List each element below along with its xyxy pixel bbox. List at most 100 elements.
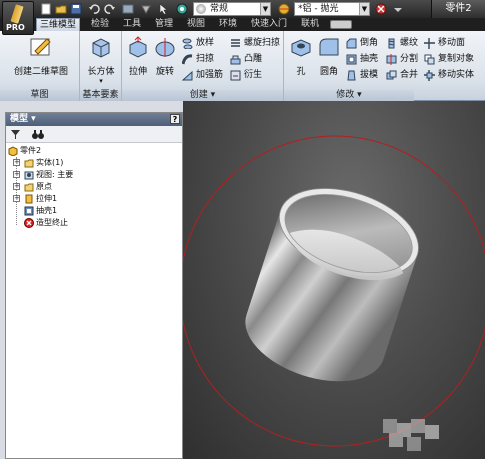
minimize-ribbon-button[interactable] [330, 20, 352, 29]
shell-button[interactable]: 抽壳 [346, 52, 378, 67]
combine-button[interactable]: 合并 [386, 68, 418, 83]
thread-button[interactable]: 螺纹 [386, 36, 418, 51]
derive-label: 衍生 [244, 70, 263, 80]
color-wheel-icon[interactable] [176, 3, 188, 15]
tab-environment[interactable]: 环境 [216, 18, 240, 31]
pencil-icon [10, 4, 24, 24]
end-of-part-icon [24, 218, 34, 228]
coil-label: 螺旋扫掠 [244, 38, 281, 48]
tab-getting-started[interactable]: 快速入门 [248, 18, 290, 31]
chamfer-button[interactable]: 倒角 [346, 36, 378, 51]
draft-icon [347, 70, 356, 81]
tab-tools[interactable]: 工具 [120, 18, 144, 31]
hole-button[interactable]: 孔 [288, 35, 314, 77]
tab-3d-model[interactable]: 三维模型 [36, 18, 81, 31]
style-combo[interactable]: 常规 ▼ [193, 2, 271, 16]
origin-folder-icon [24, 183, 34, 192]
update-icon[interactable] [140, 3, 152, 15]
expand-icon[interactable]: + [13, 159, 20, 166]
select-icon[interactable] [158, 3, 170, 15]
revolve-label: 旋转 [155, 67, 174, 77]
chevron-down-icon[interactable]: ▾ [83, 77, 119, 85]
ribbon-tabs: 三维模型 检验 工具 管理 视图 环境 快速入门 联机 [0, 18, 485, 31]
tab-manage[interactable]: 管理 [152, 18, 176, 31]
copy-object-label: 复制对象 [438, 54, 475, 64]
material-combo[interactable]: *铝 - 抛光 ▼ [294, 2, 370, 16]
rib-icon [182, 70, 193, 81]
filter-icon[interactable] [10, 129, 21, 140]
expand-icon[interactable]: + [13, 183, 20, 190]
shell-label: 抽壳 [360, 54, 379, 64]
fillet-button[interactable]: 圆角 [316, 35, 342, 77]
watermark-blur [383, 419, 439, 451]
document-title: 零件2 [431, 0, 485, 18]
primitives-panel-title: 基本要素 [80, 90, 121, 101]
create-panel-title[interactable]: 创建 ▾ [122, 90, 283, 101]
emboss-label: 凸雕 [244, 54, 263, 64]
customize-icon[interactable] [392, 3, 404, 15]
view-icon [24, 171, 34, 180]
create-panel: 拉伸 旋转 放样 扫掠 加强筋 螺旋扫掠 凸雕 衍生 创建 ▾ [122, 31, 284, 101]
move-body-button[interactable]: 移动实体 [424, 68, 474, 83]
open-icon[interactable] [55, 3, 67, 15]
modify-panel-title[interactable]: 修改 ▾ [284, 90, 414, 101]
tab-inspect[interactable]: 检验 [88, 18, 112, 31]
tree-guide-line [16, 157, 17, 225]
sweep-label: 扫掠 [196, 54, 215, 64]
combine-icon [386, 70, 397, 80]
copy-object-button[interactable]: 复制对象 [424, 52, 474, 67]
tree-node-label: 原点 [36, 182, 52, 191]
redo-icon[interactable] [104, 3, 116, 15]
appearance-icon[interactable] [375, 3, 387, 15]
chevron-down-icon[interactable]: ▼ [359, 3, 369, 15]
application-menu-button[interactable]: PRO [2, 1, 34, 35]
extrude-feature-icon [25, 194, 33, 204]
coil-button[interactable]: 螺旋扫掠 [230, 36, 280, 51]
new-icon[interactable] [40, 3, 52, 15]
box-button[interactable]: 长方体 ▾ [83, 35, 119, 85]
help-icon[interactable]: ? [170, 114, 180, 124]
graphics-viewport[interactable] [183, 101, 485, 459]
tab-view[interactable]: 视图 [184, 18, 208, 31]
split-button[interactable]: 分割 [386, 52, 418, 67]
sweep-button[interactable]: 扫掠 [182, 52, 214, 67]
shell-icon [346, 54, 357, 65]
style-icon [196, 4, 206, 14]
draft-label: 拔模 [360, 70, 379, 80]
cylinder-model [245, 188, 419, 382]
return-icon[interactable] [122, 3, 134, 15]
draft-button[interactable]: 拔模 [346, 68, 378, 83]
rib-label: 加强筋 [196, 70, 224, 80]
extrude-icon [129, 36, 147, 58]
derive-button[interactable]: 衍生 [230, 68, 262, 83]
chevron-down-icon[interactable]: ▼ [260, 3, 270, 15]
binoculars-icon[interactable] [32, 129, 44, 140]
extrude-button[interactable]: 拉伸 [125, 35, 151, 77]
expand-icon[interactable]: + [13, 171, 20, 178]
sketch-icon [30, 38, 51, 56]
save-icon[interactable] [70, 3, 82, 15]
chamfer-icon [346, 38, 357, 49]
style-combo-value: 常规 [210, 4, 229, 14]
loft-button[interactable]: 放样 [182, 36, 214, 51]
modify-panel: 孔 圆角 倒角 抽壳 拔模 螺纹 分割 合并 移动面 复制对象 移动实体 修改 … [284, 31, 485, 101]
emboss-button[interactable]: 凸雕 [230, 52, 262, 67]
create-2d-sketch-button[interactable]: 创建二维草图 [6, 35, 76, 77]
tree-node-label: 实体(1) [36, 158, 64, 167]
tab-online[interactable]: 联机 [298, 18, 322, 31]
chamfer-label: 倒角 [360, 38, 379, 48]
revolve-button[interactable]: 旋转 [152, 35, 178, 77]
sketch-panel: 创建二维草图 草图 [0, 31, 80, 101]
browser-header[interactable]: 模型 ▾ ? [6, 113, 182, 126]
solid-bodies-icon [24, 159, 34, 168]
undo-icon[interactable] [88, 3, 100, 15]
part-icon [8, 146, 18, 156]
browser-title: 模型 ▾ [10, 114, 36, 124]
extrude-label: 拉伸 [128, 67, 147, 77]
rib-button[interactable]: 加强筋 [182, 68, 223, 83]
box-label: 长方体 [87, 67, 115, 77]
expand-icon[interactable]: + [13, 195, 20, 202]
move-face-button[interactable]: 移动面 [424, 36, 465, 51]
move-body-icon [424, 70, 435, 81]
emboss-icon [230, 55, 241, 65]
